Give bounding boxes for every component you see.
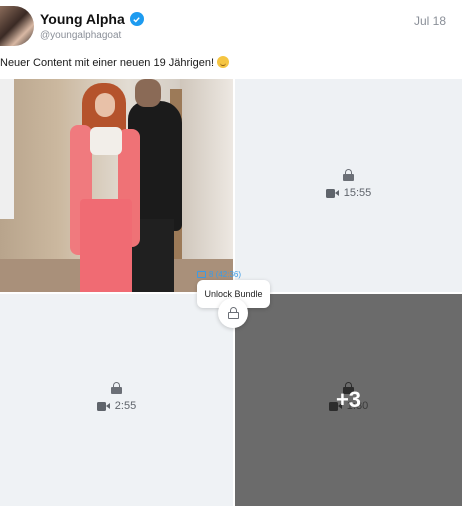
locked-content-info: 2:55 [0, 382, 233, 412]
video-camera-icon [96, 401, 110, 411]
media-bundle-icon [197, 271, 206, 278]
photo-coat [0, 79, 14, 219]
author-display-name[interactable]: Young Alpha [40, 11, 125, 27]
media-tile-locked-video[interactable]: 15:55 [235, 79, 462, 292]
bundle-count: 8 (42:36) [209, 270, 242, 279]
video-duration-row: 15:55 [325, 187, 372, 199]
photo-person-man-head [135, 79, 161, 107]
photo-top [90, 127, 122, 155]
photo-person-woman-face [95, 93, 115, 117]
photo-pants [80, 199, 132, 292]
video-duration: 2:55 [114, 400, 137, 412]
author-handle[interactable]: @youngalphagoat [40, 30, 121, 41]
post-date: Jul 18 [413, 14, 446, 28]
media-tile-locked-video[interactable]: 2:55 [0, 294, 233, 506]
lock-icon [227, 307, 239, 319]
smirk-emoji-icon [217, 56, 230, 68]
verified-badge-icon [129, 12, 144, 26]
media-tile-photo[interactable] [0, 79, 233, 292]
video-duration-row: 2:55 [96, 400, 137, 412]
video-camera-icon [325, 188, 339, 198]
unlock-lock-button[interactable] [218, 298, 248, 328]
lock-icon [343, 169, 354, 181]
avatar[interactable] [0, 6, 34, 46]
post-header: Young Alpha @youngalphagoat Jul 18 [0, 0, 462, 52]
video-duration: 15:55 [343, 187, 372, 199]
media-tile-more[interactable]: 1:30 +3 [235, 294, 462, 506]
more-media-count: +3 [335, 387, 362, 412]
bundle-count-row: 8 (42:36) [197, 270, 241, 279]
caption-text: Neuer Content mit einer neuen 19 Jährige… [0, 57, 215, 69]
locked-content-info: 15:55 [235, 169, 462, 199]
author-name-row: Young Alpha [40, 11, 144, 27]
lock-icon [111, 382, 122, 394]
post-caption: Neuer Content mit einer neuen 19 Jährige… [0, 56, 230, 69]
